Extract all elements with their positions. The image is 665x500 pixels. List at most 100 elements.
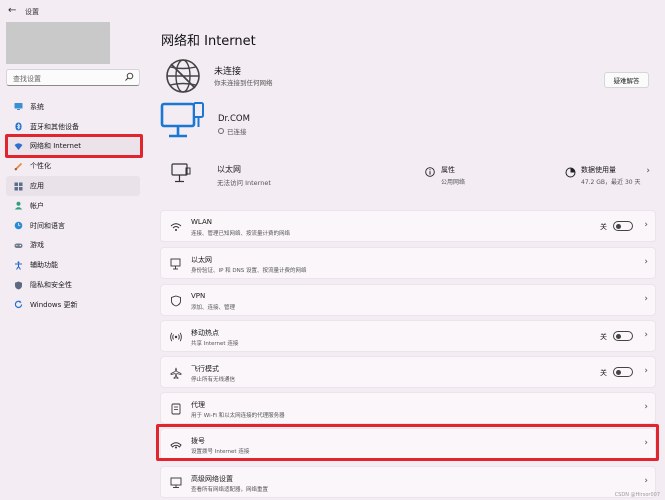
- sidebar-item-time-language[interactable]: 时间和语言: [6, 216, 140, 236]
- sidebar-item-privacy[interactable]: 隐私和安全性: [6, 275, 140, 295]
- chevron-right-icon: ›: [644, 366, 648, 376]
- sidebar-item-label: 个性化: [30, 162, 51, 171]
- data-usage-title[interactable]: 数据使用量: [581, 165, 616, 175]
- dialup-status-text: 已连接: [227, 128, 247, 136]
- monitor-icon: [14, 102, 23, 111]
- person-icon: [14, 201, 23, 210]
- row-title: 代理: [191, 401, 205, 409]
- dialup-icon: [170, 442, 182, 449]
- sidebar-item-network[interactable]: 网络和 Internet: [6, 136, 140, 157]
- wlan-toggle[interactable]: [613, 221, 633, 231]
- list-item-ethernet[interactable]: 以太网 身份验证、IP 和 DNS 设置、按流量计费的网络 ›: [160, 247, 656, 279]
- toggle-knob: [616, 223, 621, 229]
- toggle-state-label: 关: [600, 223, 607, 231]
- row-title: VPN: [191, 292, 206, 300]
- sidebar-item-label: 辅助功能: [30, 261, 58, 270]
- row-subtitle: 共享 Internet 连接: [191, 341, 239, 347]
- row-subtitle: 连接、管理已知网络、按流量计费的网络: [191, 231, 291, 237]
- app-title: 设置: [25, 8, 39, 16]
- troubleshoot-button[interactable]: 疑难解答: [604, 72, 649, 88]
- sidebar-item-windows-update[interactable]: Windows 更新: [6, 295, 140, 315]
- search-input[interactable]: 查找设置: [6, 69, 140, 86]
- sidebar-item-label: 隐私和安全性: [30, 281, 72, 290]
- sidebar-item-personalization[interactable]: 个性化: [6, 156, 140, 176]
- sidebar-item-label: 帐户: [30, 201, 44, 210]
- dialup-connection-status: 已连接: [218, 126, 247, 136]
- chevron-right-icon: ›: [644, 438, 648, 448]
- sidebar-item-label: 时间和语言: [30, 221, 65, 230]
- user-profile-placeholder[interactable]: [6, 22, 110, 64]
- row-title: 飞行模式: [191, 365, 219, 373]
- chevron-right-icon: ›: [644, 220, 648, 230]
- bluetooth-icon: [14, 122, 23, 131]
- chevron-right-icon: ›: [644, 294, 648, 304]
- row-subtitle: 身份验证、IP 和 DNS 设置、按流量计费的网络: [191, 268, 307, 274]
- list-item-airplane-mode[interactable]: 飞行模式 停止所有无线通信 关 ›: [160, 356, 656, 388]
- dialup-connection-name: Dr.COM: [218, 114, 250, 124]
- properties-subtitle: 公用网络: [441, 179, 466, 186]
- advanced-network-icon: [170, 477, 182, 488]
- list-item-dialup[interactable]: 拨号 设置拨号 Internet 连接 ›: [160, 428, 656, 460]
- dialup-monitor-icon: [160, 102, 204, 138]
- watermark: CSDN @Hirsor007: [614, 492, 660, 498]
- data-usage-icon: [565, 167, 576, 178]
- sidebar-item-label: 蓝牙和其他设备: [30, 122, 79, 131]
- ethernet-monitor-icon: [171, 163, 191, 183]
- sidebar-item-label: Windows 更新: [30, 300, 78, 309]
- vpn-shield-icon: [171, 295, 181, 307]
- sidebar-item-label: 应用: [30, 182, 44, 191]
- status-dot-icon: [218, 128, 224, 134]
- ethernet-summary[interactable]: 以太网 无法访问 Internet 属性 公用网络 数据使用量 47.2 GB，…: [160, 152, 656, 197]
- hotspot-icon: [170, 332, 182, 342]
- search-placeholder: 查找设置: [13, 75, 41, 83]
- row-title: 移动热点: [191, 329, 219, 337]
- connection-status-subtitle: 你未连接到任何网络: [214, 79, 273, 87]
- wifi-icon: [170, 223, 182, 231]
- list-item-vpn[interactable]: VPN 添加、连接、管理 ›: [160, 284, 656, 316]
- globe-disconnected-icon: [166, 59, 200, 93]
- chevron-right-icon: ›: [646, 166, 650, 176]
- sidebar-item-system[interactable]: 系统: [6, 97, 140, 117]
- row-title: 高级网络设置: [191, 475, 233, 483]
- row-subtitle: 用于 Wi-Fi 和以太网连接的代理服务器: [191, 413, 285, 419]
- sidebar-item-bluetooth[interactable]: 蓝牙和其他设备: [6, 117, 140, 137]
- toggle-state-label: 关: [600, 333, 607, 341]
- search-icon[interactable]: [124, 72, 134, 82]
- ethernet-title: 以太网: [217, 165, 241, 174]
- sidebar-item-label: 游戏: [30, 241, 44, 250]
- page-title: 网络和 Internet: [161, 34, 256, 49]
- globe-clock-icon: [14, 221, 23, 230]
- toggle-knob: [616, 369, 621, 375]
- back-arrow-icon[interactable]: ←: [8, 5, 16, 16]
- list-item-proxy[interactable]: 代理 用于 Wi-Fi 和以太网连接的代理服务器 ›: [160, 392, 656, 424]
- shield-icon: [14, 281, 23, 290]
- network-status: 未连接 你未连接到任何网络: [165, 58, 655, 96]
- row-subtitle: 添加、连接、管理: [191, 305, 236, 311]
- properties-title[interactable]: 属性: [441, 165, 455, 175]
- sidebar-item-accounts[interactable]: 帐户: [6, 196, 140, 216]
- sidebar-item-label: 网络和 Internet: [30, 142, 82, 151]
- sidebar-item-apps[interactable]: 应用: [6, 176, 140, 196]
- data-usage-subtitle: 47.2 GB，最近 30 天: [581, 179, 641, 186]
- airplane-toggle[interactable]: [613, 367, 633, 377]
- row-subtitle: 查看所有网络适配器，网络重置: [191, 487, 269, 493]
- ethernet-subtitle: 无法访问 Internet: [217, 179, 271, 187]
- chevron-right-icon: ›: [644, 257, 648, 267]
- chevron-right-icon: ›: [644, 476, 648, 486]
- list-item-wlan[interactable]: WLAN 连接、管理已知网络、按流量计费的网络 关 ›: [160, 210, 656, 242]
- apps-icon: [14, 182, 23, 191]
- sidebar-item-accessibility[interactable]: 辅助功能: [6, 255, 140, 275]
- row-subtitle: 停止所有无线通信: [191, 377, 236, 383]
- accessibility-icon: [14, 261, 23, 270]
- hotspot-toggle[interactable]: [613, 331, 633, 341]
- sidebar-nav: 系统 蓝牙和其他设备 网络和 Internet 个性化 应用 帐户 时间和语言 …: [6, 97, 140, 315]
- row-subtitle: 设置拨号 Internet 连接: [191, 449, 250, 455]
- wifi-icon: [14, 142, 23, 151]
- list-item-mobile-hotspot[interactable]: 移动热点 共享 Internet 连接 关 ›: [160, 320, 656, 352]
- chevron-right-icon: ›: [644, 330, 648, 340]
- brush-icon: [14, 162, 23, 171]
- list-item-advanced-network[interactable]: 高级网络设置 查看所有网络适配器，网络重置 ›: [160, 466, 656, 498]
- sidebar-item-gaming[interactable]: 游戏: [6, 236, 140, 256]
- gamepad-icon: [14, 241, 23, 250]
- row-title: WLAN: [191, 218, 213, 226]
